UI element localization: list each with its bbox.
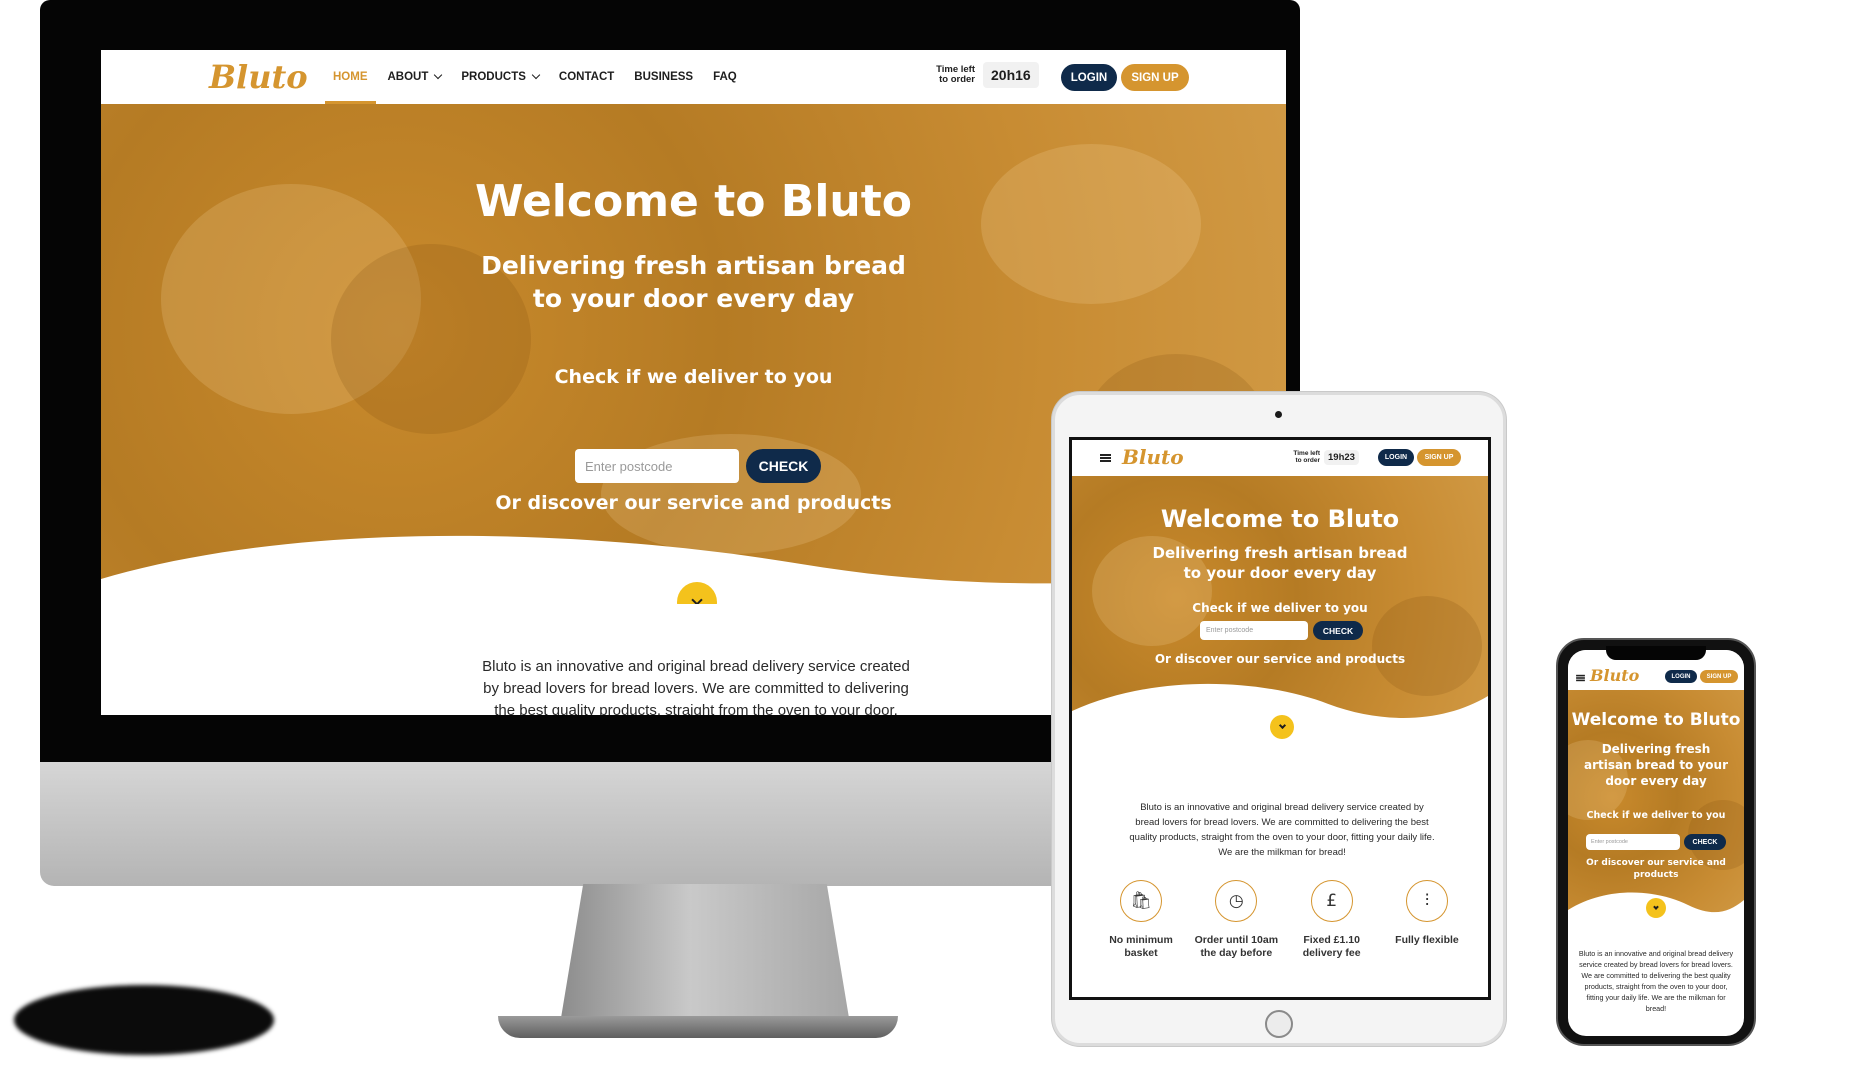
delivery-check-label: Check if we deliver to you bbox=[554, 366, 833, 388]
about-line: the best quality products, straight from… bbox=[494, 702, 898, 715]
scroll-down-button[interactable] bbox=[1646, 898, 1666, 918]
nav-faq[interactable]: FAQ bbox=[703, 50, 747, 104]
order-countdown: Time left to order 20h16 bbox=[931, 62, 1039, 88]
delivery-check-label: Check if we deliver to you bbox=[1192, 601, 1368, 615]
feature-item: ⫶ Fully flexible bbox=[1382, 880, 1472, 960]
feature-item: £ Fixed £1.10 delivery fee bbox=[1287, 880, 1377, 960]
imac-stand bbox=[560, 884, 850, 1024]
hero-subtitle: Delivering fresh artisan bread to your d… bbox=[1072, 543, 1488, 583]
time-left-value: 20h16 bbox=[983, 62, 1039, 88]
signup-button[interactable]: SIGN UP bbox=[1700, 670, 1738, 683]
time-left-value: 19h23 bbox=[1324, 450, 1359, 465]
feature-list: 🛍 No minimum basket ◷ Order until 10am t… bbox=[1096, 880, 1472, 960]
feature-item: 🛍 No minimum basket bbox=[1096, 880, 1186, 960]
nav-products-label: PRODUCTS bbox=[461, 71, 526, 83]
nav-contact-label: CONTACT bbox=[558, 71, 615, 83]
about-paragraph: Bluto is an innovative and original brea… bbox=[446, 656, 946, 715]
imac-stand-foot bbox=[498, 1016, 898, 1038]
pound-icon: £ bbox=[1310, 880, 1353, 922]
nav-contact[interactable]: CONTACT bbox=[549, 50, 624, 104]
hero-subtitle: Delivering fresh artisan bread to your d… bbox=[1583, 742, 1729, 788]
signup-button[interactable]: SIGN UP bbox=[1417, 449, 1461, 466]
imac-floor-shadow bbox=[14, 985, 274, 1055]
chevron-down-icon bbox=[434, 70, 443, 80]
device-mockup-stage: Bluto HOME ABOUT PRODUCTS CONTACT BUSINE… bbox=[0, 0, 1852, 1070]
clock-icon: ◷ bbox=[1215, 880, 1258, 922]
phone-notch bbox=[1606, 646, 1706, 660]
nav-business[interactable]: BUSINESS bbox=[624, 50, 703, 104]
postcode-input[interactable]: Enter postcode bbox=[1200, 621, 1308, 640]
main-menu: HOME ABOUT PRODUCTS CONTACT BUSINESS FAQ bbox=[323, 50, 747, 104]
hero-subtitle-line: Delivering fresh artisan bread bbox=[1152, 544, 1408, 562]
discover-label: Or discover our service and products bbox=[1586, 858, 1726, 880]
sliders-icon: ⫶ bbox=[1405, 880, 1448, 922]
hero-title: Welcome to Bluto bbox=[1160, 505, 1400, 533]
signup-button[interactable]: SIGN UP bbox=[1121, 64, 1189, 91]
login-button[interactable]: LOGIN bbox=[1061, 64, 1117, 91]
chevron-down-icon bbox=[531, 70, 541, 80]
nav-business-label: BUSINESS bbox=[634, 71, 694, 83]
chevron-down-icon bbox=[691, 594, 703, 604]
desktop-navbar: Bluto HOME ABOUT PRODUCTS CONTACT BUSINE… bbox=[101, 50, 1286, 104]
bluto-logo[interactable]: Bluto bbox=[1590, 666, 1639, 685]
hero-banner: Welcome to Bluto Delivering fresh artisa… bbox=[1072, 476, 1488, 746]
nav-about-label: ABOUT bbox=[387, 71, 429, 83]
feature-label: No minimum basket bbox=[1109, 934, 1173, 959]
phone-screen: Bluto LOGIN SIGN UP Welcome to Bluto Del… bbox=[1568, 650, 1744, 1036]
about-paragraph: Bluto is an innovative and original brea… bbox=[1578, 949, 1734, 1013]
delivery-check-label: Check if we deliver to you bbox=[1586, 810, 1726, 821]
nav-about[interactable]: ABOUT bbox=[378, 50, 452, 104]
about-line: Bluto is an innovative and original brea… bbox=[482, 658, 910, 675]
nav-home-label: HOME bbox=[333, 71, 368, 83]
hamburger-menu-icon[interactable] bbox=[1576, 674, 1585, 682]
time-left-label: Time left to order bbox=[1293, 450, 1320, 464]
hero-subtitle-line: to your door every day bbox=[532, 284, 855, 313]
nav-faq-label: FAQ bbox=[713, 71, 737, 83]
hero-subtitle: Delivering fresh artisan bread to your d… bbox=[101, 249, 1286, 315]
hero-title: Welcome to Bluto bbox=[475, 176, 912, 227]
tablet-screen: Bluto Time left to order 19h23 LOGIN SIG… bbox=[1069, 437, 1491, 1000]
check-button[interactable]: CHECK bbox=[1684, 834, 1726, 850]
check-button[interactable]: CHECK bbox=[746, 449, 821, 483]
check-button[interactable]: CHECK bbox=[1313, 621, 1363, 640]
feature-label: Fixed £1.10 delivery fee bbox=[1302, 934, 1361, 959]
hero-title: Welcome to Bluto bbox=[1571, 710, 1741, 730]
hamburger-menu-icon[interactable] bbox=[1100, 454, 1111, 462]
chevron-down-icon bbox=[1278, 721, 1286, 730]
tablet-navbar: Bluto Time left to order 19h23 LOGIN SIG… bbox=[1072, 440, 1488, 476]
feature-item: ◷ Order until 10am the day before bbox=[1191, 880, 1281, 960]
hero-banner: Welcome to Bluto Delivering fresh artisa… bbox=[1568, 690, 1744, 928]
time-left-label: Time left to order bbox=[936, 64, 975, 85]
bluto-logo[interactable]: Bluto bbox=[1122, 445, 1184, 469]
login-button[interactable]: LOGIN bbox=[1378, 449, 1414, 466]
postcode-input[interactable]: Enter postcode bbox=[575, 449, 739, 483]
about-line: by bread lovers for bread lovers. We are… bbox=[483, 680, 909, 697]
hero-subtitle-line: Delivering fresh artisan bread bbox=[481, 251, 906, 280]
feature-label: Order until 10am the day before bbox=[1194, 934, 1279, 959]
scroll-down-button[interactable] bbox=[1270, 715, 1294, 739]
basket-icon: 🛍 bbox=[1120, 880, 1162, 922]
tablet-home-button bbox=[1265, 1010, 1293, 1038]
chevron-down-icon bbox=[1653, 904, 1659, 910]
nav-products[interactable]: PRODUCTS bbox=[451, 50, 549, 104]
tablet-camera bbox=[1275, 411, 1282, 418]
about-paragraph: Bluto is an innovative and original brea… bbox=[1129, 802, 1435, 858]
feature-label: Fully flexible bbox=[1395, 934, 1459, 946]
login-button[interactable]: LOGIN bbox=[1665, 670, 1697, 683]
postcode-input[interactable]: Enter postcode bbox=[1586, 834, 1680, 850]
discover-label: Or discover our service and products bbox=[1154, 652, 1406, 666]
bluto-logo[interactable]: Bluto bbox=[209, 58, 308, 96]
hero-subtitle-line: to your door every day bbox=[1183, 564, 1377, 582]
nav-home[interactable]: HOME bbox=[323, 50, 378, 104]
